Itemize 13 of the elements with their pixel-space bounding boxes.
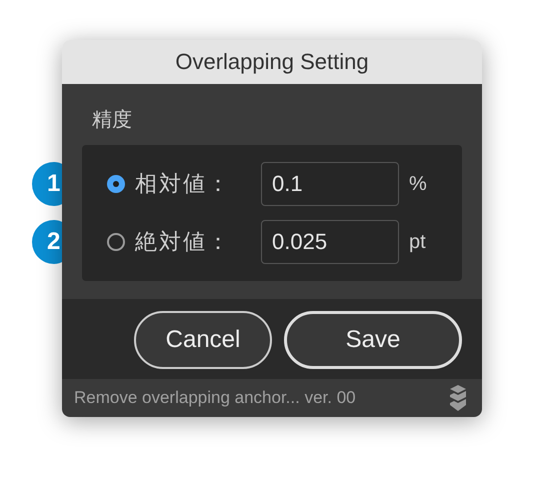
unit-label: % <box>409 172 427 196</box>
cancel-button[interactable]: Cancel <box>134 311 272 369</box>
unit-label: pt <box>409 230 426 254</box>
radio-button[interactable] <box>107 175 125 193</box>
option-label: 相対値： <box>135 171 232 199</box>
input-field[interactable]: 0.1 <box>261 162 399 206</box>
status-text: Remove overlapping anchor... ver. 00 <box>74 388 356 408</box>
window-title: Overlapping Setting <box>62 40 482 84</box>
radio-button[interactable] <box>107 233 125 251</box>
save-button[interactable]: Save <box>284 311 462 369</box>
option-label: 絶対値： <box>135 229 232 257</box>
input-field[interactable]: 0.025 <box>261 220 399 264</box>
section-label: 精度 <box>92 106 132 133</box>
